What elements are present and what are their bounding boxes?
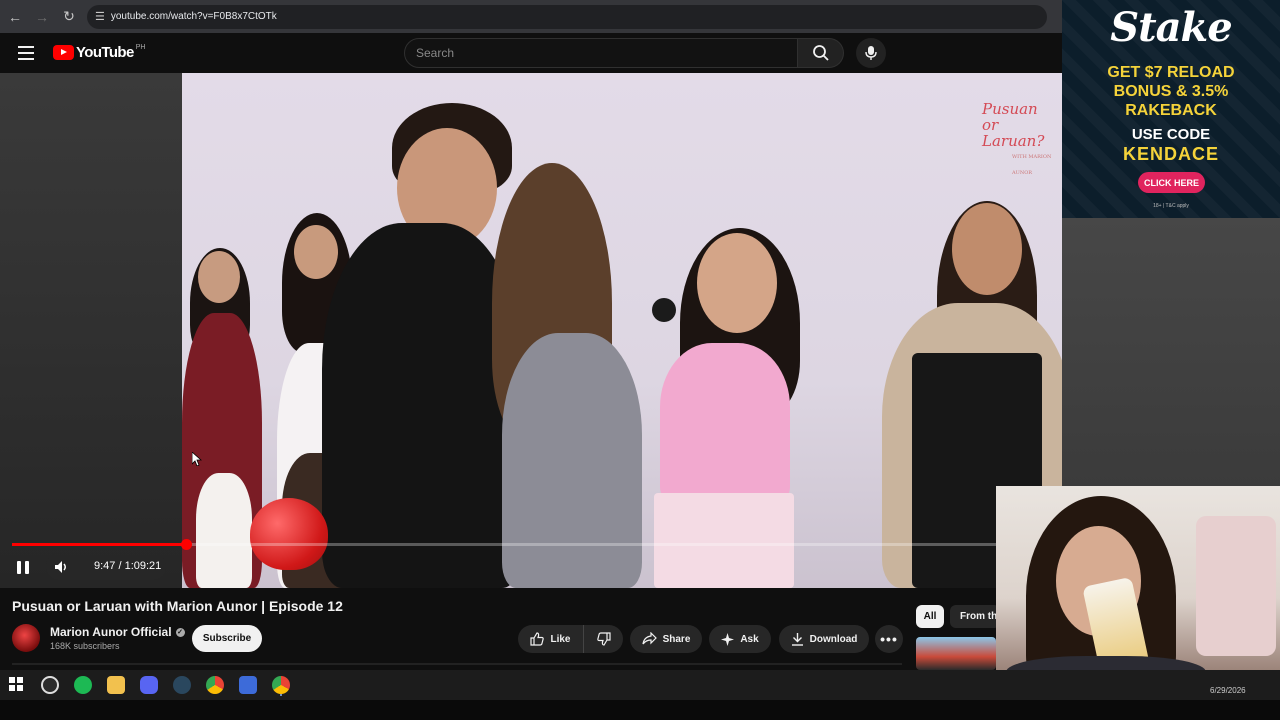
url-text: youtube.com/watch?v=F0B8x7CtOTk [110, 11, 277, 22]
site-settings-icon[interactable]: ☰ [95, 10, 105, 23]
search-placeholder: Search [416, 46, 455, 60]
sidebar-overlay-area [1062, 218, 1280, 488]
chrome-icon[interactable] [206, 676, 224, 694]
app-icon[interactable] [239, 676, 257, 694]
youtube-logo-text: YouTube [76, 44, 134, 61]
menu-icon[interactable] [16, 43, 36, 63]
ad-terms: 18+ | T&C apply [1153, 203, 1189, 209]
verified-icon: ✓ [175, 627, 185, 637]
player-left-area [0, 73, 182, 588]
person-face [198, 251, 240, 303]
video-frame[interactable]: Pusuan or Laruan? WITH MARION AUNOR [182, 73, 1062, 588]
gaming-chair [1196, 516, 1276, 656]
red-heart-balloon [250, 498, 328, 570]
like-dislike-group: Like [518, 625, 623, 653]
contestant-face [952, 203, 1022, 295]
download-icon [791, 633, 803, 646]
microphone-icon [865, 46, 877, 60]
voice-search-button[interactable] [856, 38, 886, 68]
show-logo-line: Laruan? [982, 132, 1045, 150]
person-white-pants [196, 473, 252, 588]
pause-icon [17, 560, 21, 574]
show-logo: Pusuan or Laruan? WITH MARION AUNOR [982, 101, 1052, 181]
ad-promo-code: KENDACE [1122, 144, 1219, 164]
search-input[interactable]: Search [404, 38, 798, 68]
ad-headline-line: RAKEBACK [1125, 102, 1217, 119]
person-face [294, 225, 338, 279]
channel-name[interactable]: Marion Aunor Official [50, 625, 172, 639]
ask-button[interactable]: Ask [709, 625, 771, 653]
stake-ad-overlay[interactable]: Stake GET $7 RELOAD BONUS & 3.5% RAKEBAC… [1062, 0, 1280, 218]
more-horizontal-icon: ••• [880, 631, 898, 647]
taskbar-clock[interactable]: 6/29/2026 [1210, 686, 1246, 695]
mouse-cursor-icon [192, 452, 202, 466]
ad-headline-line: BONUS & 3.5% [1113, 83, 1229, 100]
description-divider [12, 663, 902, 665]
contestant-pink-skirt [654, 493, 794, 588]
address-bar[interactable]: ☰ youtube.com/watch?v=F0B8x7CtOTk [87, 4, 1047, 29]
contestant-pink-top [660, 343, 790, 503]
ad-use-code: USE CODE [1131, 126, 1211, 143]
like-button[interactable]: Like [518, 625, 584, 653]
recommended-video-thumbnail[interactable] [916, 637, 996, 670]
more-actions-button[interactable]: ••• [875, 625, 903, 653]
stake-logo: Stake [1110, 4, 1232, 51]
show-logo-subtitle: WITH MARION AUNOR [1012, 154, 1052, 176]
ask-label: Ask [740, 633, 759, 645]
forward-icon[interactable]: → [30, 5, 54, 29]
volume-icon [55, 561, 66, 573]
microphone [652, 298, 676, 322]
discord-icon[interactable] [140, 676, 158, 694]
share-label: Share [662, 633, 691, 645]
ad-click-here-button[interactable]: CLICK HERE [1138, 172, 1205, 193]
reload-icon[interactable]: ↻ [57, 5, 81, 29]
ad-headline-line: GET $7 RELOAD [1107, 64, 1235, 81]
volume-button[interactable] [50, 556, 72, 578]
pause-button[interactable] [10, 555, 36, 579]
youtube-header: YouTube PH Search [0, 33, 1062, 73]
chip-all[interactable]: All [916, 605, 944, 628]
thumbs-down-icon [597, 632, 611, 646]
pause-icon [25, 560, 29, 574]
subscriber-count: 168K subscribers [50, 641, 120, 651]
ad-headline: GET $7 RELOAD BONUS & 3.5% RAKEBACK [1062, 63, 1280, 120]
obs-icon[interactable] [41, 676, 59, 694]
spotify-icon[interactable] [74, 676, 92, 694]
windows-icon[interactable] [8, 676, 26, 694]
download-label: Download [809, 633, 858, 645]
taskbar [0, 670, 1280, 700]
dislike-button[interactable] [585, 625, 623, 653]
back-icon[interactable]: ← [3, 5, 27, 29]
browser-toolbar: ← → ↻ ☰ youtube.com/watch?v=F0B8x7CtOTk [0, 0, 1062, 33]
share-icon [641, 632, 657, 645]
webcam-overlay [996, 486, 1280, 690]
chip-from-channel[interactable]: From th [950, 605, 1000, 628]
time-display: 9:47 / 1:09:21 [94, 560, 162, 572]
thumbs-up-icon [530, 632, 545, 646]
country-code: PH [135, 44, 146, 51]
subscribe-button[interactable]: Subscribe [192, 625, 262, 652]
progress-scrubber[interactable] [181, 539, 192, 550]
file-explorer-icon[interactable] [107, 676, 125, 694]
channel-name-row[interactable]: Marion Aunor Official ✓ [50, 625, 185, 639]
sparkle-icon [721, 632, 735, 646]
screen-bottom-strip [0, 700, 1280, 720]
video-title: Pusuan or Laruan with Marion Aunor | Epi… [12, 598, 343, 614]
steam-icon[interactable] [173, 676, 191, 694]
search-button[interactable] [798, 38, 844, 68]
search-icon [812, 45, 829, 61]
interviewer-gray-blazer [502, 333, 642, 588]
video-player[interactable]: Pusuan or Laruan? WITH MARION AUNOR [0, 73, 1062, 588]
chrome-active-icon[interactable] [272, 676, 290, 694]
youtube-play-icon [53, 45, 74, 60]
channel-avatar[interactable] [12, 624, 40, 652]
download-button[interactable]: Download [779, 625, 869, 653]
youtube-logo[interactable]: YouTube PH [53, 44, 145, 61]
share-button[interactable]: Share [630, 625, 702, 653]
progress-played [12, 543, 186, 546]
contestant-face [697, 233, 777, 333]
like-label: Like [550, 633, 571, 645]
